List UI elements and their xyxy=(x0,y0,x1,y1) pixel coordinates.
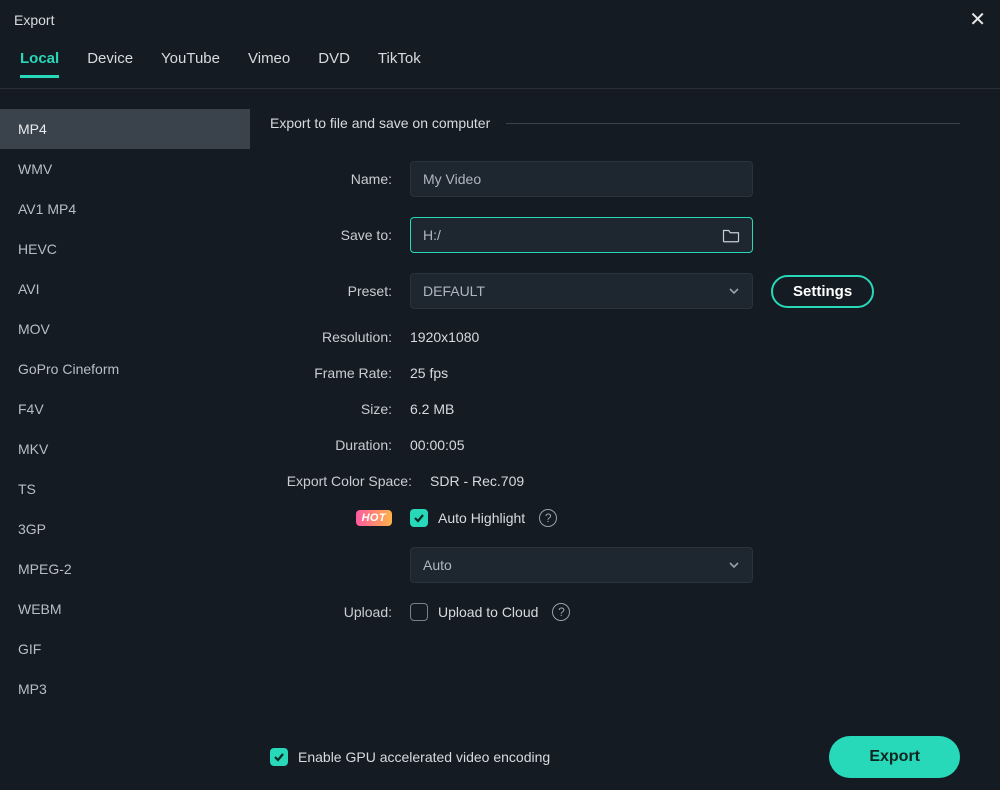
duration-label: Duration: xyxy=(270,437,410,453)
name-value: My Video xyxy=(423,171,481,187)
auto-highlight-label: Auto Highlight xyxy=(438,510,525,526)
chevron-down-icon xyxy=(728,285,740,297)
colorspace-label: Export Color Space: xyxy=(270,473,430,489)
upload-cloud-label: Upload to Cloud xyxy=(438,604,538,620)
export-button[interactable]: Export xyxy=(829,736,960,778)
format-item-avi[interactable]: AVI xyxy=(0,269,250,309)
size-label: Size: xyxy=(270,401,410,417)
gpu-label: Enable GPU accelerated video encoding xyxy=(298,749,550,765)
gpu-checkbox[interactable] xyxy=(270,748,288,766)
format-item-webm[interactable]: WEBM xyxy=(0,589,250,629)
format-item-mp3[interactable]: MP3 xyxy=(0,669,250,709)
format-item-mkv[interactable]: MKV xyxy=(0,429,250,469)
format-item-hevc[interactable]: HEVC xyxy=(0,229,250,269)
save-to-value: H:/ xyxy=(423,227,441,243)
preset-select[interactable]: DEFAULT xyxy=(410,273,753,309)
help-icon[interactable]: ? xyxy=(552,603,570,621)
preset-label: Preset: xyxy=(270,283,410,299)
name-input[interactable]: My Video xyxy=(410,161,753,197)
tab-tiktok[interactable]: TikTok xyxy=(378,46,421,78)
resolution-label: Resolution: xyxy=(270,329,410,345)
save-to-input[interactable]: H:/ xyxy=(410,217,753,253)
size-value: 6.2 MB xyxy=(410,401,454,417)
format-item-ts[interactable]: TS xyxy=(0,469,250,509)
format-item-gopro-cineform[interactable]: GoPro Cineform xyxy=(0,349,250,389)
format-item-mov[interactable]: MOV xyxy=(0,309,250,349)
auto-highlight-select[interactable]: Auto xyxy=(410,547,753,583)
format-item-3gp[interactable]: 3GP xyxy=(0,509,250,549)
auto-highlight-select-value: Auto xyxy=(423,557,452,573)
format-item-gif[interactable]: GIF xyxy=(0,629,250,669)
format-item-mpeg-2[interactable]: MPEG-2 xyxy=(0,549,250,589)
format-item-wmv[interactable]: WMV xyxy=(0,149,250,189)
upload-cloud-checkbox[interactable] xyxy=(410,603,428,621)
window-title: Export xyxy=(14,12,54,28)
resolution-value: 1920x1080 xyxy=(410,329,479,345)
format-sidebar: MP4WMVAV1 MP4HEVCAVIMOVGoPro CineformF4V… xyxy=(0,89,250,790)
framerate-value: 25 fps xyxy=(410,365,448,381)
chevron-down-icon xyxy=(728,559,740,571)
format-item-f4v[interactable]: F4V xyxy=(0,389,250,429)
divider xyxy=(506,123,960,124)
tab-bar: Local Device YouTube Vimeo DVD TikTok xyxy=(0,40,1000,89)
colorspace-value: SDR - Rec.709 xyxy=(430,473,524,489)
format-item-av1-mp4[interactable]: AV1 MP4 xyxy=(0,189,250,229)
folder-icon[interactable] xyxy=(722,227,740,243)
tab-device[interactable]: Device xyxy=(87,46,133,78)
close-icon[interactable]: ✕ xyxy=(969,10,986,30)
upload-label: Upload: xyxy=(270,604,410,620)
main-panel: Export to file and save on computer Name… xyxy=(250,89,1000,790)
preset-value: DEFAULT xyxy=(423,283,485,299)
tab-youtube[interactable]: YouTube xyxy=(161,46,220,78)
tab-dvd[interactable]: DVD xyxy=(318,46,350,78)
tab-vimeo[interactable]: Vimeo xyxy=(248,46,290,78)
format-item-mp4[interactable]: MP4 xyxy=(0,109,250,149)
name-label: Name: xyxy=(270,171,410,187)
section-heading: Export to file and save on computer xyxy=(270,115,490,131)
tab-local[interactable]: Local xyxy=(20,46,59,78)
auto-highlight-checkbox[interactable] xyxy=(410,509,428,527)
hot-badge: HOT xyxy=(356,510,392,526)
help-icon[interactable]: ? xyxy=(539,509,557,527)
save-to-label: Save to: xyxy=(270,227,410,243)
framerate-label: Frame Rate: xyxy=(270,365,410,381)
duration-value: 00:00:05 xyxy=(410,437,465,453)
settings-button[interactable]: Settings xyxy=(771,275,874,308)
